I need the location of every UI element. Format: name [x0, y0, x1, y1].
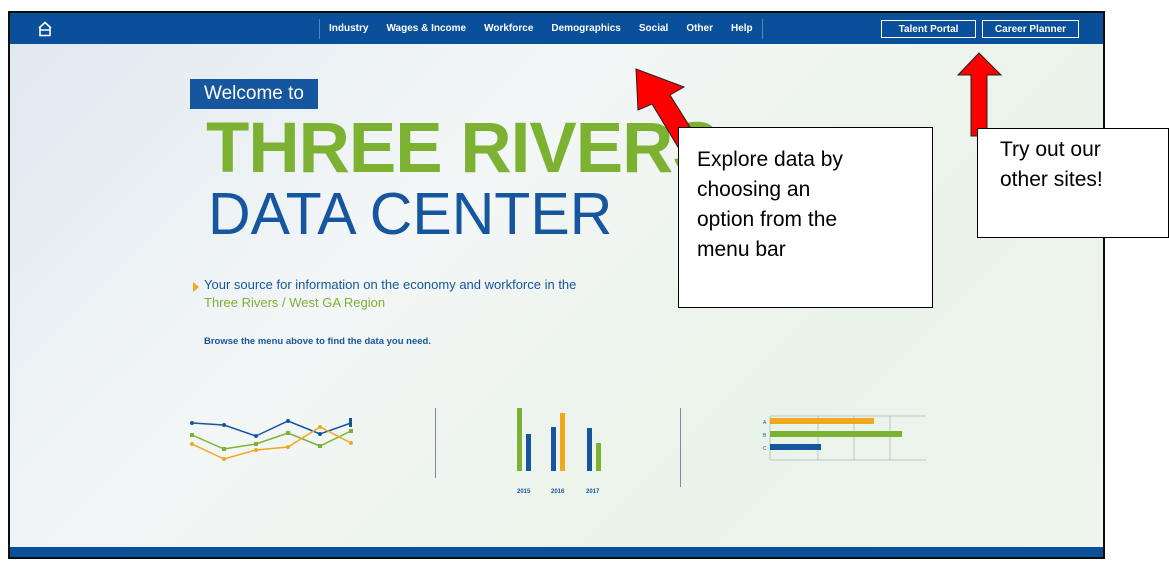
footer-bar	[10, 547, 1103, 557]
menu-item-demographics[interactable]: Demographics	[542, 23, 629, 34]
menu-item-help[interactable]: Help	[722, 23, 762, 34]
divider-line	[680, 408, 681, 487]
hbar-label: A	[763, 420, 767, 426]
callout-text-line: option from the	[697, 208, 838, 231]
callout-text-line: menu bar	[697, 238, 786, 261]
bar-year-label: 2017	[586, 489, 600, 495]
tagline-line2: Three Rivers / West GA Region	[204, 295, 386, 310]
career-planner-button[interactable]: Career Planner	[982, 20, 1079, 38]
menu-item-workforce[interactable]: Workforce	[475, 23, 542, 34]
bullet-triangle-icon	[193, 282, 199, 292]
menu-divider	[761, 18, 763, 39]
home-icon[interactable]	[36, 20, 54, 38]
talent-portal-button[interactable]: Talent Portal	[881, 20, 976, 38]
welcome-badge: Welcome to	[190, 79, 318, 109]
callout-text-line: other sites!	[1000, 168, 1103, 191]
callout-text-line: Try out our	[1000, 138, 1101, 161]
browse-instruction: Browse the menu above to find the data y…	[204, 336, 431, 347]
callout-text-line: Explore data by	[697, 148, 843, 171]
line-chart-illustration	[190, 418, 353, 461]
top-nav-bar: Industry Wages & Income Workforce Demogr…	[10, 13, 1103, 44]
horizontal-bar-illustration: A B C	[763, 415, 926, 461]
bar-year-label: 2015	[517, 489, 531, 495]
bar-chart-illustration	[517, 408, 601, 471]
main-menu: Industry Wages & Income Workforce Demogr…	[319, 13, 763, 44]
menu-item-industry[interactable]: Industry	[320, 23, 377, 34]
menu-item-other[interactable]: Other	[677, 23, 722, 34]
website-frame: Industry Wages & Income Workforce Demogr…	[8, 11, 1105, 559]
site-title-line1: THREE RIVERS	[206, 109, 720, 188]
callout-text-line: choosing an	[697, 178, 811, 201]
site-title-line2: DATA CENTER	[208, 181, 613, 247]
menu-item-social[interactable]: Social	[630, 23, 677, 34]
bar-year-label: 2016	[551, 489, 565, 495]
tagline-line1: Your source for information on the econo…	[204, 277, 577, 292]
hbar-label: C	[763, 446, 767, 452]
menu-help-callout: Explore data by choosing an option from …	[678, 127, 933, 308]
other-sites-callout: Try out our other sites!	[977, 128, 1169, 238]
divider-line	[435, 408, 436, 478]
hbar-label: B	[763, 433, 767, 439]
menu-item-wages-income[interactable]: Wages & Income	[377, 23, 475, 34]
